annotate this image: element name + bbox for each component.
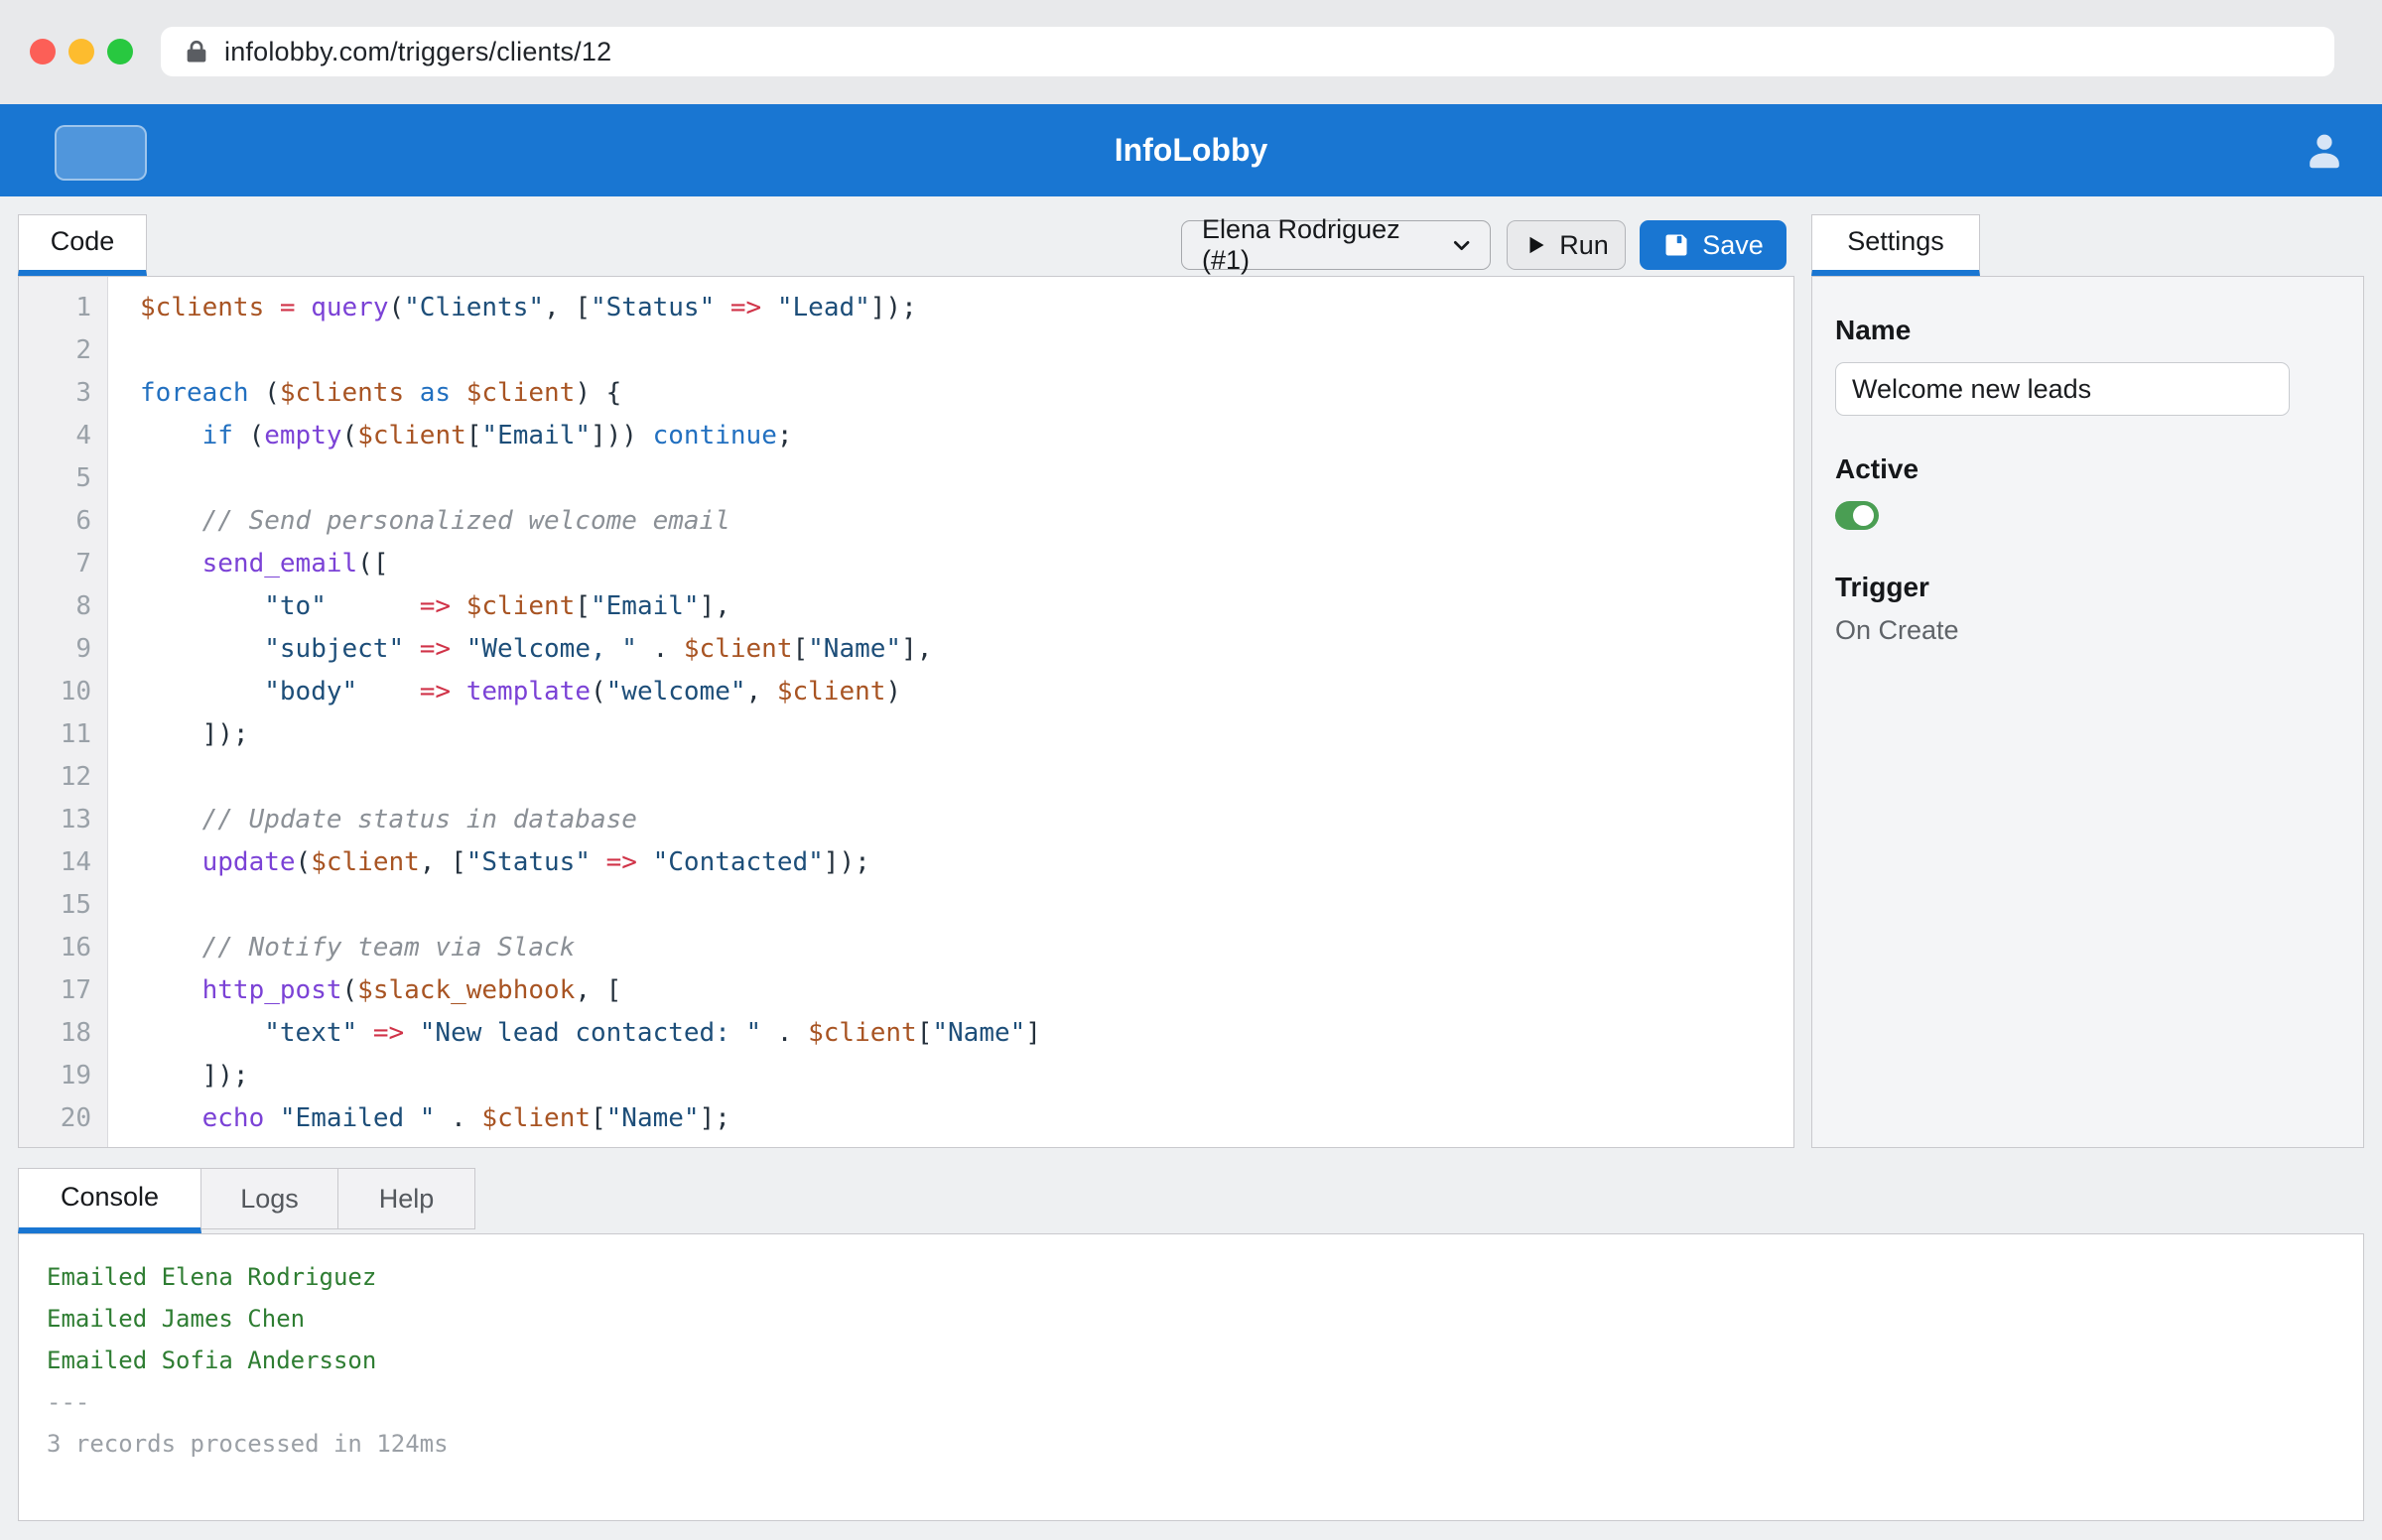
line-number: 2 [19,329,91,372]
code-line: $clients = query("Clients", ["Status" =>… [140,287,1793,329]
url-text: infolobby.com/triggers/clients/12 [224,37,611,67]
console-line: 3 records processed in 124ms [47,1423,2335,1465]
line-number: 7 [19,543,91,585]
line-number: 17 [19,969,91,1012]
line-number: 12 [19,756,91,799]
record-select-value: Elena Rodriguez (#1) [1202,214,1449,276]
console-tab-bar: ConsoleLogsHelp [18,1168,475,1233]
active-label: Active [1835,453,2339,485]
url-bar[interactable]: infolobby.com/triggers/clients/12 [161,27,2334,76]
tab-code[interactable]: Code [18,214,147,276]
line-number: 1 [19,287,91,329]
line-number: 3 [19,372,91,415]
code-editor[interactable]: 1234567891011121314151617181920 $clients… [18,276,1794,1148]
app-title: InfoLobby [0,104,2382,196]
code-line: if (empty($client["Email"])) continue; [140,415,1793,457]
line-number: 18 [19,1012,91,1055]
code-line: // Send personalized welcome email [140,500,1793,543]
user-account-button[interactable] [2301,127,2348,175]
console-tab-console[interactable]: Console [18,1168,201,1233]
line-number: 16 [19,927,91,969]
code-line [140,329,1793,372]
save-icon [1662,231,1690,259]
close-window-button[interactable] [30,39,56,64]
code-line [140,884,1793,927]
run-button[interactable]: Run [1507,220,1626,270]
code-line: http_post($slack_webhook, [ [140,969,1793,1012]
line-number: 5 [19,457,91,500]
code-line: "body" => template("welcome", $client) [140,671,1793,713]
code-line: send_email([ [140,543,1793,585]
lock-icon [183,38,210,65]
code-line: "text" => "New lead contacted: " . $clie… [140,1012,1793,1055]
line-number: 6 [19,500,91,543]
console-line: Emailed Elena Rodriguez [47,1256,2335,1298]
code-area[interactable]: $clients = query("Clients", ["Status" =>… [108,277,1793,1147]
maximize-window-button[interactable] [107,39,133,64]
tab-settings[interactable]: Settings [1811,214,1980,276]
line-number: 4 [19,415,91,457]
toggle-knob [1853,505,1874,526]
code-line: update($client, ["Status" => "Contacted"… [140,841,1793,884]
trigger-label: Trigger [1835,572,2339,603]
code-line: // Update status in database [140,799,1793,841]
console-line: Emailed James Chen [47,1298,2335,1340]
browser-chrome: infolobby.com/triggers/clients/12 [0,0,2382,104]
code-line: "to" => $client["Email"], [140,585,1793,628]
console-tab-help[interactable]: Help [338,1168,475,1229]
minimize-window-button[interactable] [68,39,94,64]
run-button-label: Run [1559,230,1609,261]
save-button[interactable]: Save [1640,220,1786,270]
code-line: // Notify team via Slack [140,927,1793,969]
chevron-down-icon [1449,232,1474,258]
settings-panel: Name Active Trigger On Create [1811,276,2364,1148]
app-header: InfoLobby [0,104,2382,196]
active-toggle[interactable] [1835,501,1879,530]
code-line: foreach ($clients as $client) { [140,372,1793,415]
console-line: Emailed Sofia Andersson [47,1340,2335,1381]
line-number: 13 [19,799,91,841]
gutter: 1234567891011121314151617181920 [19,277,108,1147]
line-number: 10 [19,671,91,713]
line-number: 15 [19,884,91,927]
user-icon [2301,127,2348,175]
console-output[interactable]: Emailed Elena RodriguezEmailed James Che… [18,1233,2364,1521]
save-button-label: Save [1702,230,1764,261]
code-line: ]); [140,713,1793,756]
console-tab-logs[interactable]: Logs [201,1168,338,1229]
code-line: echo "Emailed " . $client["Name"]; [140,1097,1793,1140]
app-window: infolobby.com/triggers/clients/12 InfoLo… [0,0,2382,1540]
trigger-value: On Create [1835,615,2339,646]
line-number: 8 [19,585,91,628]
record-select[interactable]: Elena Rodriguez (#1) [1181,220,1491,270]
line-number: 19 [19,1055,91,1097]
name-label: Name [1835,315,2339,346]
code-line: ]); [140,1055,1793,1097]
console-line: --- [47,1381,2335,1423]
play-icon [1523,233,1547,257]
line-number: 11 [19,713,91,756]
line-number: 14 [19,841,91,884]
code-line [140,457,1793,500]
code-line: "subject" => "Welcome, " . $client["Name… [140,628,1793,671]
name-input[interactable] [1835,362,2290,416]
line-number: 20 [19,1097,91,1140]
line-number: 9 [19,628,91,671]
code-line [140,756,1793,799]
